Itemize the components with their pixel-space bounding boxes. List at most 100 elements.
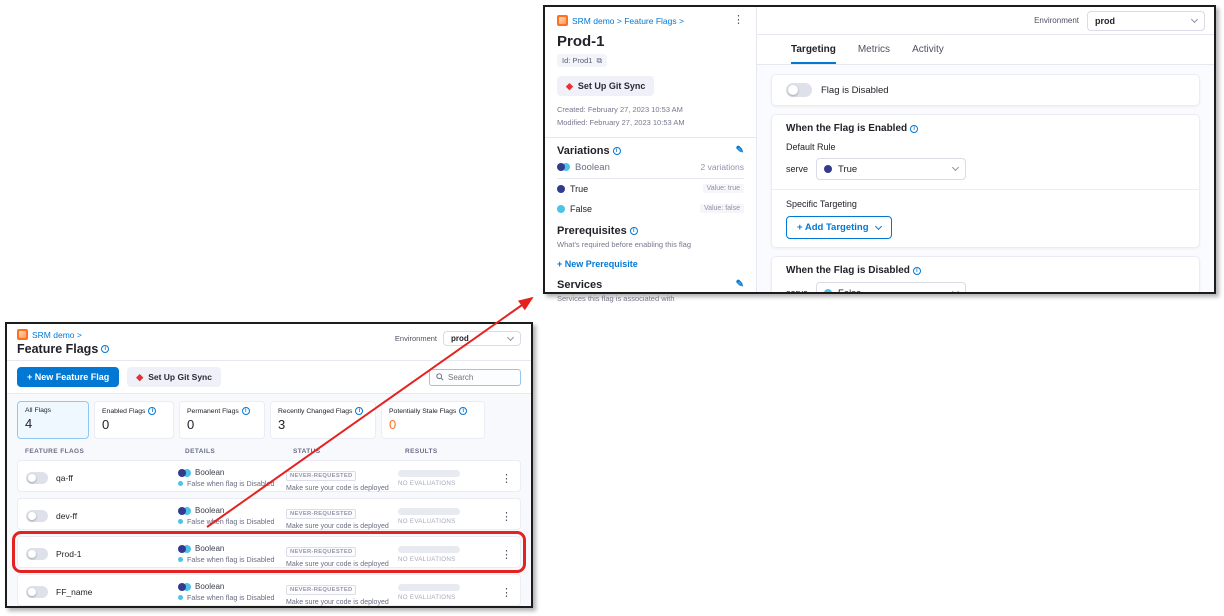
stat-card-enabled-flags[interactable]: Enabled Flagsi 0 [94,401,174,439]
search-icon [436,373,444,381]
row-menu-icon[interactable]: ⋮ [501,511,512,523]
tab-targeting[interactable]: Targeting [791,35,836,64]
breadcrumb-text[interactable]: SRM demo > Feature Flags > [572,16,684,26]
stat-card-all-flags[interactable]: All Flags 4 [17,401,89,439]
environment-select[interactable]: prod [1087,11,1205,31]
info-icon[interactable]: i [913,267,921,275]
table-row[interactable]: dev-ff Boolean False when flag is Disabl… [17,498,521,530]
srm-module-icon [17,329,28,340]
column-header: FEATURE FLAGS [25,448,185,455]
variation-type: Boolean [575,162,610,173]
environment-select[interactable]: prod [443,331,521,346]
flag-name[interactable]: Prod-1 [56,549,82,559]
edit-variations-icon[interactable]: ✎ [736,145,744,156]
git-sync-label: Set Up Git Sync [148,372,212,382]
search-input[interactable] [448,373,514,382]
info-icon[interactable]: i [613,147,621,155]
flag-name[interactable]: FF_name [56,587,92,597]
page-title: Feature Flags [17,342,98,356]
edit-services-icon[interactable]: ✎ [736,279,744,290]
info-icon[interactable]: i [910,125,918,133]
boolean-variation-icon [178,507,191,515]
table-row[interactable]: FF_name Boolean False when flag is Disab… [17,574,521,606]
table-row[interactable]: qa-ff Boolean False when flag is Disable… [17,460,521,492]
table-header-row: FEATURE FLAGS DETAILS STATUS RESULTS [17,439,521,460]
info-icon[interactable]: i [355,407,363,415]
variation-value: Value: true [703,184,744,193]
variation-count: 2 variations [701,162,744,172]
disabled-serve-value: False [838,288,861,293]
flag-toggle[interactable] [26,472,48,484]
table-row-highlighted[interactable]: Prod-1 Boolean False when flag is Disabl… [17,536,521,568]
stat-label: All Flags [25,407,51,414]
flag-name[interactable]: qa-ff [56,473,73,483]
enabled-serve-value: True [838,164,857,175]
disabled-serve-select[interactable]: False [816,282,966,292]
info-icon[interactable]: i [630,227,638,235]
tab-metrics[interactable]: Metrics [858,35,890,64]
status-badge: NEVER-REQUESTED [286,585,356,595]
breadcrumb[interactable]: SRM demo > Feature Flags > [557,15,684,26]
false-variation-dot [178,595,183,600]
new-feature-flag-button[interactable]: + New Feature Flag [17,367,119,387]
prerequisites-description: What's required before enabling this fla… [557,240,744,249]
stat-label: Potentially Stale Flags [389,408,456,415]
flag-toggle[interactable] [26,586,48,598]
flag-state-label: Flag is Disabled [821,85,889,96]
results-text: NO EVALUATIONS [398,480,482,487]
variation-type: Boolean [195,582,224,591]
stat-card-permanent-flags[interactable]: Permanent Flagsi 0 [179,401,265,439]
flag-summary-sidebar: SRM demo > Feature Flags > ⋮ Prod-1 Id: … [545,7,757,292]
column-header: RESULTS [405,448,489,455]
stat-card-recently-changed-flags[interactable]: Recently Changed Flagsi 3 [270,401,376,439]
variation-detail: False when flag is Disabled [187,593,275,602]
enabled-serve-select[interactable]: True [816,158,966,180]
specific-targeting-label: Specific Targeting [786,199,1185,209]
services-heading: Services [557,279,602,291]
stat-value: 0 [102,417,166,432]
flag-enabled-toggle[interactable] [786,83,812,97]
row-menu-icon[interactable]: ⋮ [501,587,512,599]
flag-name[interactable]: dev-ff [56,511,77,521]
stat-card-potentially-stale-flags[interactable]: Potentially Stale Flagsi 0 [381,401,485,439]
new-prerequisite-link[interactable]: + New Prerequisite [557,259,638,269]
row-menu-icon[interactable]: ⋮ [501,473,512,485]
chevron-down-icon [952,164,959,171]
false-variation-dot [557,205,565,213]
flag-toggle[interactable] [26,510,48,522]
info-icon[interactable]: i [242,407,250,415]
results-text: NO EVALUATIONS [398,594,482,601]
serve-label: serve [786,288,808,292]
flag-id-text: Id: Prod1 [562,56,592,65]
true-variation-dot [824,165,832,173]
search-box[interactable] [429,369,521,386]
row-menu-icon[interactable]: ⋮ [501,549,512,561]
detail-tabs: Targeting Metrics Activity [757,35,1214,65]
flag-toggle[interactable] [26,548,48,560]
variation-name: False [570,204,592,214]
breadcrumb-text[interactable]: SRM demo > [32,330,82,340]
info-icon[interactable]: i [459,407,467,415]
git-sync-button[interactable]: ◆ Set Up Git Sync [557,76,654,96]
evaluations-bar [398,470,460,477]
column-header: DETAILS [185,448,293,455]
flag-options-menu-icon[interactable]: ⋮ [733,15,744,26]
git-sync-button[interactable]: ◆ Set Up Git Sync [127,367,221,387]
true-variation-dot [557,185,565,193]
copy-icon[interactable]: ⧉ [596,57,602,65]
add-targeting-label: + Add Targeting [797,222,869,233]
variations-heading: Variations [557,145,610,157]
variation-value: Value: false [700,204,744,213]
environment-label: Environment [1034,16,1079,25]
info-icon[interactable]: i [148,407,156,415]
flag-title: Prod-1 [557,33,744,50]
add-targeting-button[interactable]: + Add Targeting [786,216,892,239]
info-icon[interactable]: i [101,345,109,353]
chevron-down-icon [874,222,881,229]
status-badge: NEVER-REQUESTED [286,547,356,557]
variation-name: True [570,184,588,194]
screenshot-canvas: SRM demo > Feature Flags > ⋮ Prod-1 Id: … [0,0,1224,616]
git-sync-label: Set Up Git Sync [578,81,646,91]
environment-label: Environment [395,334,437,343]
tab-activity[interactable]: Activity [912,35,944,64]
